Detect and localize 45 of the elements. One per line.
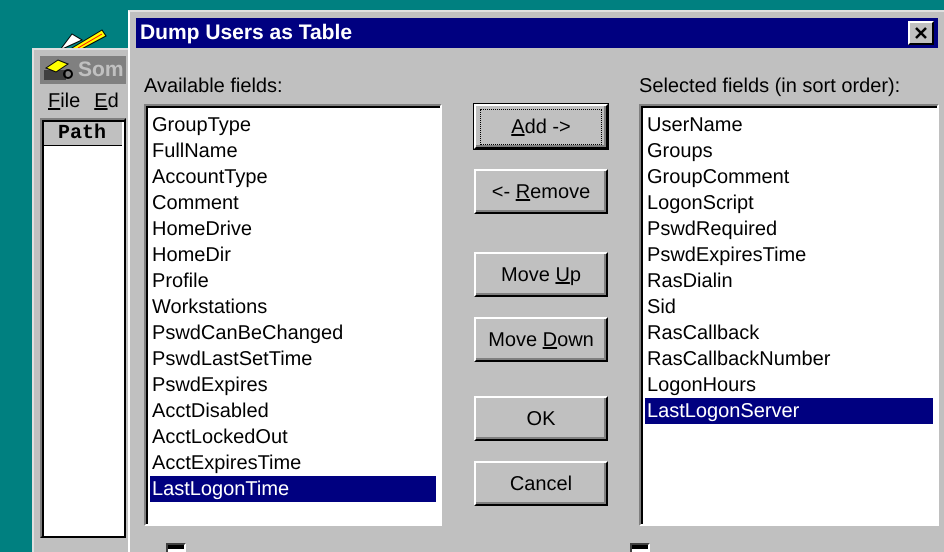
dialog-button[interactable]: <- Remove	[474, 169, 608, 214]
list-item[interactable]: LastLogonServer	[645, 398, 933, 424]
list-item[interactable]: GroupComment	[645, 164, 933, 190]
dialog-button[interactable]: Add ->	[474, 104, 608, 149]
list-item[interactable]: PswdCanBeChanged	[150, 320, 436, 346]
window-title: Dump Users as Table	[140, 20, 352, 46]
list-item[interactable]: Workstations	[150, 294, 436, 320]
list-item[interactable]: HomeDir	[150, 242, 436, 268]
dialog-button[interactable]: Cancel	[474, 461, 608, 506]
list-item[interactable]: PswdLastSetTime	[150, 346, 436, 372]
app-icon	[42, 58, 76, 82]
menu-item[interactable]: File	[48, 86, 80, 116]
list-item[interactable]: UserName	[645, 112, 933, 138]
selected-fields-list[interactable]: UserName Groups GroupComment LogonScript PswdRequired PswdExpiresTime RasDialin Sid RasCallback RasCallbackNumber LogonHours LastLogonServer	[639, 104, 939, 526]
list-item[interactable]: Comment	[150, 190, 436, 216]
list-item[interactable]: RasCallbackNumber	[645, 346, 933, 372]
available-fields-list[interactable]: GroupType FullName AccountType Comment HomeDrive HomeDir Profile Workstations PswdCanBeChanged PswdLastSetTime PswdExpires AcctDisabled AcctLockedOut AcctExpiresTime LastLogonTime	[144, 104, 442, 526]
list-item[interactable]: GroupType	[150, 112, 436, 138]
list-item[interactable]: RasCallback	[645, 320, 933, 346]
list-item[interactable]: AcctDisabled	[150, 398, 436, 424]
field-label: Selected fields (in sort order):	[639, 74, 902, 99]
list-item[interactable]: LogonHours	[645, 372, 933, 398]
list-item[interactable]: FullName	[150, 138, 436, 164]
list-item[interactable]: LogonScript	[645, 190, 933, 216]
list-item[interactable]: AccountType	[150, 164, 436, 190]
list-item[interactable]: PswdExpiresTime	[645, 242, 933, 268]
list-item[interactable]: AcctLockedOut	[150, 424, 436, 450]
list-item[interactable]: Groups	[645, 138, 933, 164]
list-item[interactable]: RasDialin	[645, 268, 933, 294]
window-title: Som	[78, 57, 124, 84]
list-item[interactable]: AcctExpiresTime	[150, 450, 436, 476]
close-icon	[915, 27, 927, 39]
list-item[interactable]: PswdExpires	[150, 372, 436, 398]
list-item[interactable]: Profile	[150, 268, 436, 294]
menu-item[interactable]: Ed	[94, 86, 119, 116]
field-label: Available fields:	[144, 74, 284, 99]
list-item[interactable]: LastLogonTime	[150, 476, 436, 502]
list-item[interactable]: Sid	[645, 294, 933, 320]
list-item[interactable]: HomeDrive	[150, 216, 436, 242]
list-item[interactable]: PswdRequired	[645, 216, 933, 242]
close-button[interactable]	[908, 21, 934, 45]
dialog-button[interactable]: Move Up	[474, 252, 608, 297]
dialog-button[interactable]: Move Down	[474, 317, 608, 362]
dialog-button[interactable]: OK	[474, 396, 608, 441]
column-header: Path	[44, 122, 122, 146]
